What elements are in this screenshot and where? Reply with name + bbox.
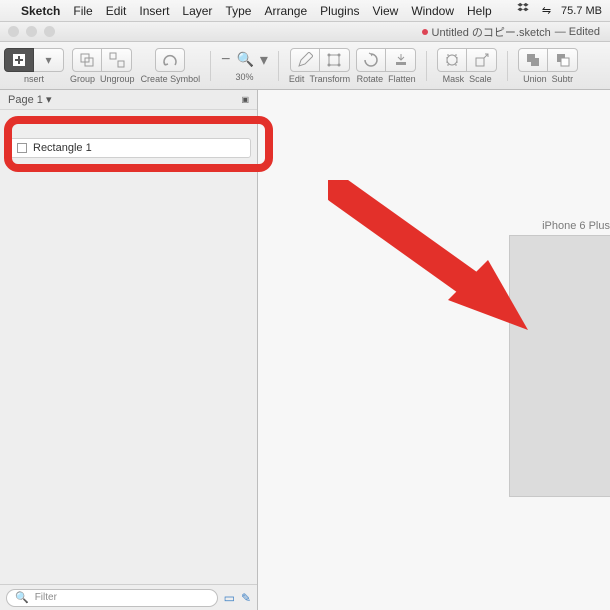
menu-window[interactable]: Window <box>411 4 454 18</box>
canvas[interactable]: iPhone 6 Plus <box>258 90 610 610</box>
layer-row[interactable]: Rectangle 1 <box>10 138 251 158</box>
menu-edit[interactable]: Edit <box>106 4 127 18</box>
rotate-flatten-label: Rotate Flatten <box>357 74 416 84</box>
insert-dropdown[interactable]: ▾ <box>34 48 64 72</box>
menu-insert[interactable]: Insert <box>139 4 169 18</box>
subtract-button[interactable] <box>548 48 578 72</box>
mask-button[interactable] <box>437 48 467 72</box>
chevron-down-icon: ▾ <box>46 94 52 106</box>
toolbar-separator <box>210 51 211 81</box>
flatten-button[interactable] <box>386 48 416 72</box>
layers-sidebar: Page 1 ▾ ▣ Rectangle 1 🔍 Filter ▭ ✎ <box>0 90 258 610</box>
close-icon[interactable] <box>8 26 19 37</box>
rotate-button[interactable] <box>356 48 386 72</box>
main-area: Page 1 ▾ ▣ Rectangle 1 🔍 Filter ▭ ✎ iPho… <box>0 90 610 610</box>
sidebar-footer: 🔍 Filter ▭ ✎ <box>0 584 257 610</box>
memory-status: 75.7 MB <box>561 5 602 17</box>
edit-button[interactable] <box>290 48 320 72</box>
union-button[interactable] <box>518 48 548 72</box>
zoom-out-button[interactable]: − <box>221 51 230 69</box>
create-symbol-label: Create Symbol <box>141 74 201 84</box>
mask-scale-label: Mask Scale <box>443 74 492 84</box>
ungroup-button[interactable] <box>102 48 132 72</box>
search-icon: 🔍 <box>15 591 29 604</box>
zoom-dropdown[interactable]: ▾ <box>260 50 268 70</box>
chevron-down-icon: ▾ <box>45 53 51 67</box>
window-controls[interactable] <box>8 26 55 37</box>
annotation-arrow-icon <box>328 180 528 330</box>
menu-layer[interactable]: Layer <box>182 4 212 18</box>
toolbar: ▾ nsert Group Ungroup Create Symbol − 🔍 … <box>0 42 610 90</box>
transform-button[interactable] <box>320 48 350 72</box>
maximize-icon[interactable] <box>44 26 55 37</box>
artboard[interactable] <box>510 236 610 496</box>
sync-icon[interactable]: ⇋ <box>542 4 551 17</box>
filter-input[interactable]: 🔍 Filter <box>6 589 218 607</box>
insert-label: nsert <box>24 74 44 84</box>
zoom-level: 30% <box>235 72 253 82</box>
artboard-label[interactable]: iPhone 6 Plus <box>542 220 610 232</box>
rectangle-icon <box>17 143 27 153</box>
group-ungroup-label: Group Ungroup <box>70 74 135 84</box>
edit-transform-label: Edit Transform <box>289 74 350 84</box>
union-subtract-label: Union Subtr <box>523 74 573 84</box>
menubar-status: ⇋ 75.7 MB <box>516 1 602 20</box>
menu-help[interactable]: Help <box>467 4 492 18</box>
menu-arrange[interactable]: Arrange <box>264 4 307 18</box>
window-titlebar: Untitled のコピー.sketch — Edited <box>0 22 610 42</box>
unsaved-indicator-icon <box>422 29 428 35</box>
dropbox-icon[interactable] <box>516 1 532 20</box>
toolbar-separator <box>507 51 508 81</box>
pages-selector[interactable]: Page 1 ▾ ▣ <box>0 90 257 110</box>
menu-plugins[interactable]: Plugins <box>320 4 359 18</box>
zoom-icon[interactable]: 🔍 <box>236 51 253 68</box>
scale-button[interactable] <box>467 48 497 72</box>
insert-button[interactable] <box>4 48 34 72</box>
toolbar-separator <box>426 51 427 81</box>
app-menu[interactable]: Sketch <box>21 4 60 18</box>
menu-view[interactable]: View <box>373 4 399 18</box>
document-edited-label: — Edited <box>555 26 600 38</box>
group-button[interactable] <box>72 48 102 72</box>
document-title: Untitled のコピー.sketch <box>432 24 551 40</box>
layers-list: Rectangle 1 <box>0 110 257 584</box>
layer-name: Rectangle 1 <box>33 142 92 154</box>
filter-placeholder: Filter <box>35 592 57 603</box>
pages-toggle-icon[interactable]: ▣ <box>241 95 249 104</box>
filter-slice-icon[interactable]: ✎ <box>241 591 251 605</box>
filter-pages-icon[interactable]: ▭ <box>224 591 235 605</box>
create-symbol-button[interactable] <box>155 48 185 72</box>
menu-type[interactable]: Type <box>225 4 251 18</box>
macos-menubar: Sketch File Edit Insert Layer Type Arran… <box>0 0 610 22</box>
minimize-icon[interactable] <box>26 26 37 37</box>
toolbar-separator <box>278 51 279 81</box>
menu-file[interactable]: File <box>73 4 92 18</box>
